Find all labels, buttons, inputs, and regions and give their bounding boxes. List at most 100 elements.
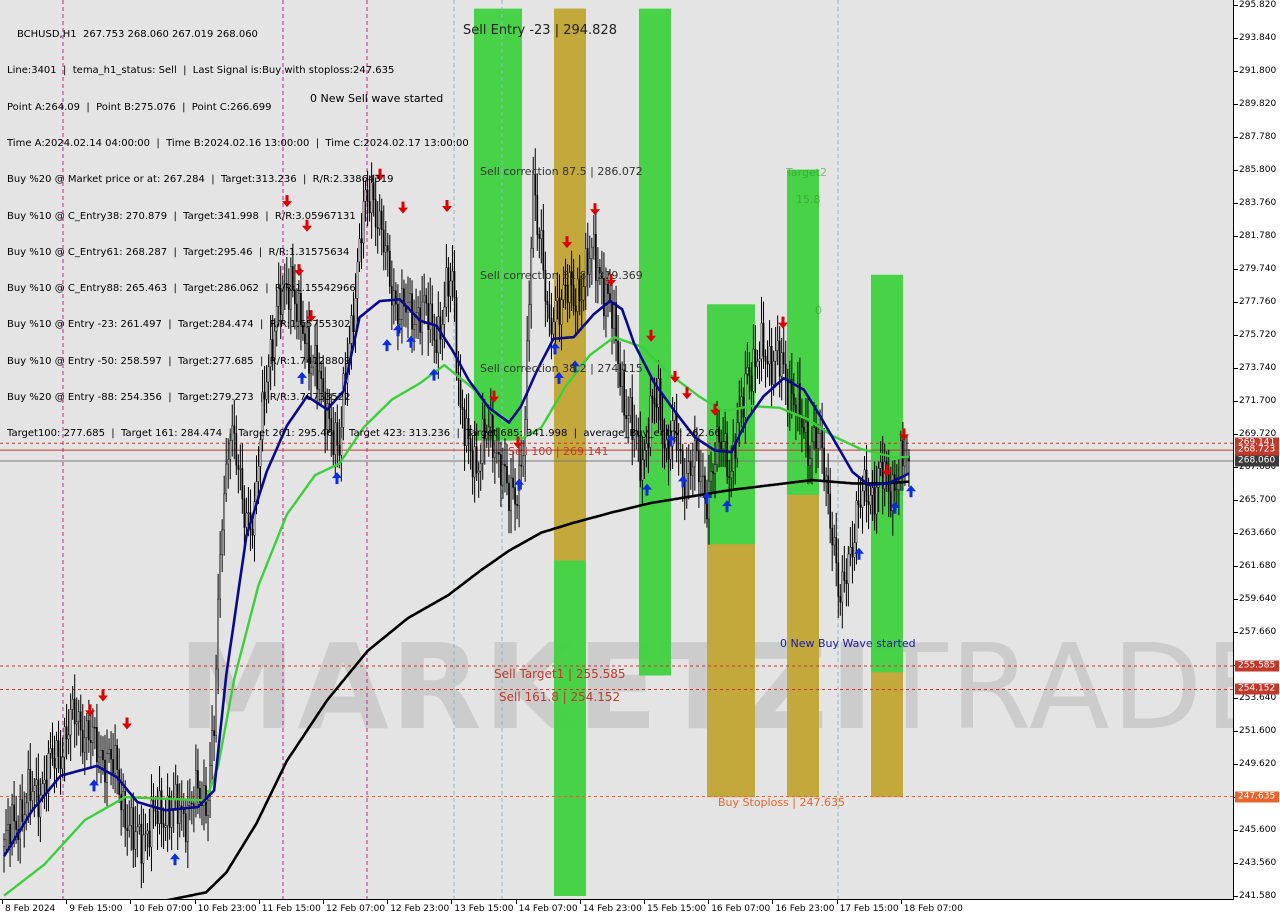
time-tick-label: 15 Feb 15:00	[647, 904, 707, 914]
info-line: Line:3401 | tema_h1_status: Sell | Last …	[7, 65, 395, 77]
price-tick-label: 281.780	[1239, 230, 1277, 241]
buy-signal-arrow-3	[332, 472, 342, 485]
candle-body	[700, 475, 702, 483]
sell-100-label: Sell 100 | 269.141	[508, 445, 609, 458]
candle-body	[756, 360, 759, 368]
candle-body	[778, 340, 781, 377]
candle-body	[92, 726, 94, 744]
candle-body	[865, 469, 868, 502]
candle-body	[708, 480, 710, 520]
candle-body	[845, 580, 848, 585]
info-line: Buy %10 @ C_Entry38: 270.879 | Target:34…	[7, 210, 356, 222]
plot-area[interactable]: MARKETZITRADE BCHUSD,H1 267.753 268.060 …	[0, 0, 1234, 900]
candle-body	[219, 554, 221, 600]
candle-body	[5, 830, 7, 841]
buy-signal-arrow-17	[854, 547, 864, 560]
candle-body	[239, 468, 242, 470]
price-axis[interactable]: 295.820 293.840 291.800 289.820 287.780 285.8…	[1234, 0, 1280, 901]
candle-body	[15, 820, 17, 830]
candle-body	[85, 720, 88, 739]
time-tick-label: 16 Feb 23:00	[775, 904, 835, 914]
candle-body	[251, 528, 254, 536]
time-axis[interactable]: 8 Feb 2024 9 Feb 15:00 10 Feb 07:00 10 Feb …	[0, 900, 1234, 920]
price-tick-label: 291.800	[1239, 66, 1277, 77]
candle-body	[37, 779, 40, 818]
info-panel: BCHUSD,H1 267.753 268.060 267.019 268.06…	[7, 5, 721, 465]
candle-body	[114, 745, 116, 774]
price-tick-label: 271.700	[1239, 396, 1277, 407]
price-tick-mark	[1234, 103, 1238, 105]
candle-body	[61, 756, 64, 770]
price-tick-label: 245.600	[1239, 824, 1277, 835]
candle-body	[827, 475, 830, 495]
candle-body	[94, 726, 96, 729]
candle-body	[140, 823, 143, 864]
candle-body	[245, 512, 248, 528]
sell-1618-label: Sell 161.8 | 254.152	[499, 690, 621, 704]
price-tick-label: 251.600	[1239, 726, 1277, 737]
ema-slow-line	[166, 478, 910, 899]
candle-body	[106, 752, 108, 783]
price-tick-mark	[1234, 499, 1238, 501]
candle-body	[740, 396, 743, 408]
info-line: Target100: 277.685 | Target 161: 284.474…	[7, 428, 721, 440]
candle-body	[728, 476, 731, 479]
info-line: Buy %10 @ C_Entry88: 265.463 | Target:28…	[7, 283, 356, 295]
candle-body	[510, 477, 512, 511]
sell-signal-arrow-1	[98, 689, 108, 702]
candle-body	[889, 491, 892, 511]
time-tick-label: 14 Feb 07:00	[518, 904, 578, 914]
candle-body	[851, 546, 854, 558]
candle-body	[146, 830, 149, 835]
candle-body	[758, 358, 761, 362]
price-level-badge: 255.585	[1235, 660, 1279, 672]
candle-body	[112, 759, 114, 774]
candle-body	[477, 470, 480, 474]
time-tick-label: 16 Feb 07:00	[711, 904, 771, 914]
price-tick-label: 273.740	[1239, 362, 1277, 373]
candle-body	[156, 811, 159, 824]
price-tick-label: 277.760	[1239, 296, 1277, 307]
candle-body	[746, 367, 749, 375]
candle-body	[857, 500, 860, 506]
candle-body	[776, 340, 779, 351]
time-tick-mark	[194, 900, 196, 904]
sell-correction-875-label: Sell correction 87.5 | 286.072	[480, 165, 643, 178]
price-tick-mark	[1234, 301, 1238, 303]
candle-body	[67, 734, 70, 740]
candle-body	[142, 834, 145, 864]
candle-body	[902, 440, 904, 467]
price-tick-mark	[1234, 169, 1238, 171]
candle-body	[774, 350, 777, 362]
candle-body	[770, 346, 773, 385]
candle-body	[25, 802, 28, 815]
candle-body	[43, 779, 46, 785]
candle-body	[71, 698, 74, 710]
price-tick-mark	[1234, 203, 1238, 205]
price-level-badge: 247.635	[1235, 791, 1279, 803]
candle-body	[794, 404, 797, 415]
candle-body	[516, 504, 518, 506]
buy-signal-arrow-0	[89, 779, 99, 792]
price-tick-label: 279.740	[1239, 264, 1277, 275]
time-tick-mark	[323, 900, 324, 904]
candle-body	[65, 726, 68, 740]
candle-body	[98, 756, 100, 763]
candle-body	[211, 730, 213, 766]
candle-body	[766, 360, 769, 365]
candle-body	[837, 562, 840, 597]
candle-body	[502, 463, 504, 486]
price-tick-label: 257.660	[1239, 626, 1277, 637]
time-tick-label: 10 Feb 07:00	[133, 904, 193, 914]
candle-body	[21, 799, 24, 822]
time-tick-label: 14 Feb 23:00	[582, 904, 642, 914]
candle-body	[69, 709, 72, 736]
candle-body	[772, 360, 775, 385]
candle-body	[847, 553, 850, 585]
price-tick-mark	[1234, 763, 1238, 765]
candle-body	[122, 791, 125, 811]
price-tick-mark	[1234, 467, 1238, 469]
candle-body	[904, 458, 906, 467]
candle-body	[869, 494, 872, 506]
candle-body	[768, 346, 771, 365]
